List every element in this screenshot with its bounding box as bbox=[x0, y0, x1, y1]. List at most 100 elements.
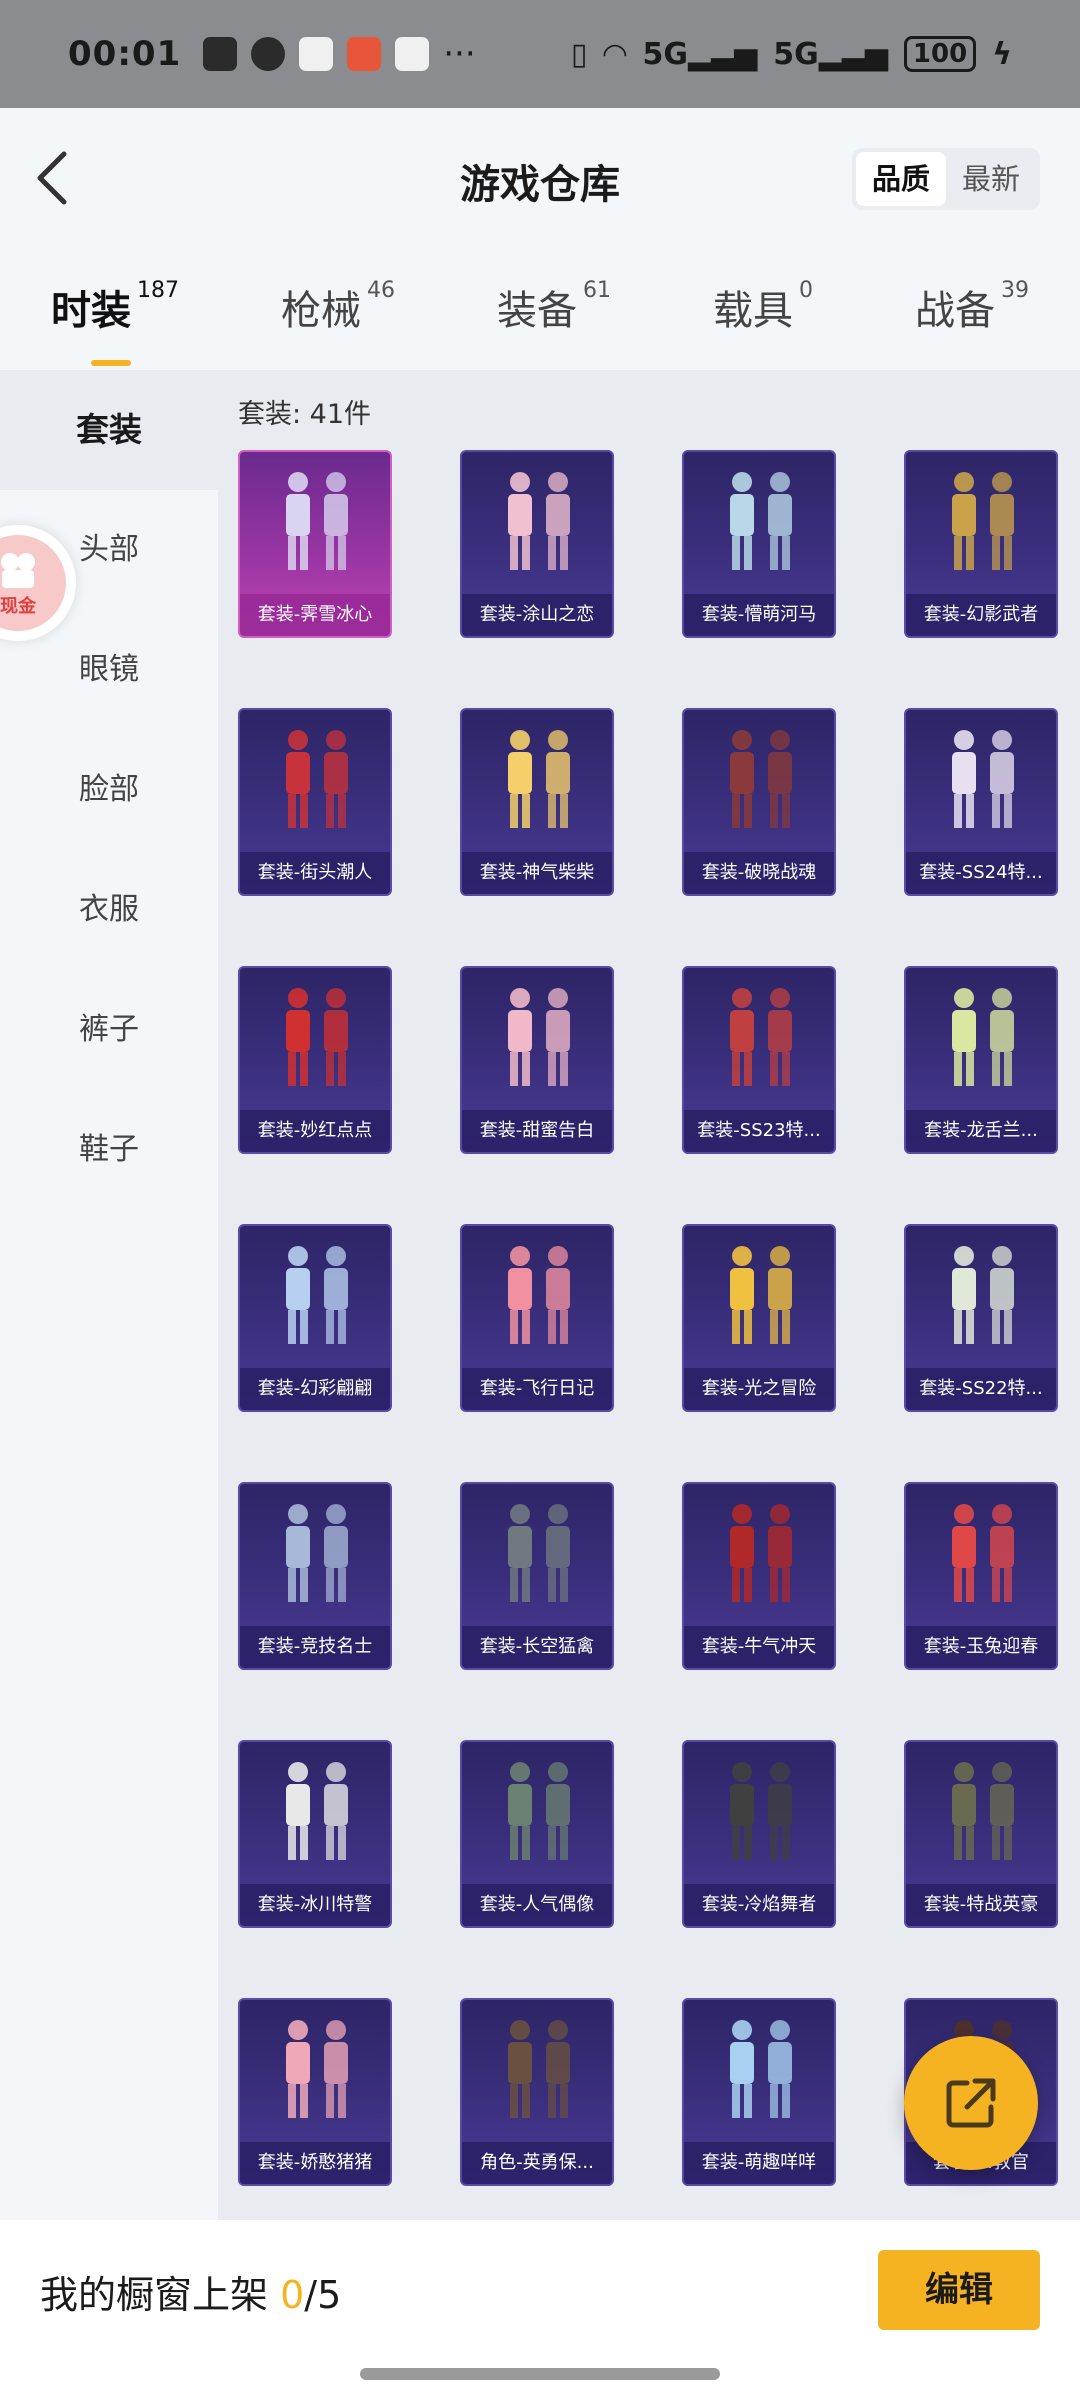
outfit-thumbnail bbox=[508, 988, 570, 1086]
outfit-name: 套装-冰川特警 bbox=[240, 1884, 390, 1926]
outfit-card[interactable]: 套装-玉兔迎春 bbox=[904, 1482, 1058, 1670]
message-notification-icon bbox=[251, 37, 286, 71]
outfit-name: 套装-甜蜜告白 bbox=[462, 1110, 612, 1152]
outfit-card[interactable]: 套装-破晓战魂 bbox=[682, 708, 836, 896]
outfit-name: 套装-街头潮人 bbox=[240, 852, 390, 894]
outfit-thumbnail bbox=[952, 730, 1014, 828]
signal-icon: 5G▂▃▅ bbox=[773, 36, 888, 72]
active-tab-indicator bbox=[91, 360, 131, 366]
app-notification-icon bbox=[347, 37, 382, 71]
outfit-card[interactable]: 套装-甜蜜告白 bbox=[460, 966, 614, 1154]
outfit-thumbnail bbox=[286, 988, 348, 1086]
outfit-card[interactable]: 套装-懵萌河马 bbox=[682, 450, 836, 638]
outfit-thumbnail bbox=[508, 730, 570, 828]
sidebar-item-clothes[interactable]: 衣服 bbox=[0, 850, 218, 970]
showcase-status: 我的橱窗上架 0/5 bbox=[40, 2273, 342, 2317]
outfit-card[interactable]: 角色-英勇保... bbox=[460, 1998, 614, 2186]
mail-notification-icon bbox=[203, 37, 238, 71]
app-notification-icon bbox=[299, 37, 334, 71]
sidebar-item-face[interactable]: 脸部 bbox=[0, 730, 218, 850]
outfit-card[interactable]: 套装-人气偶像 bbox=[460, 1740, 614, 1928]
sort-quality-option[interactable]: 品质 bbox=[855, 152, 946, 206]
outfit-thumbnail bbox=[952, 1246, 1014, 1344]
tab-supplies[interactable]: 战备 39 bbox=[915, 278, 1029, 336]
game-notification-icon bbox=[395, 37, 430, 71]
sidebar-item-pants[interactable]: 裤子 bbox=[0, 970, 218, 1090]
outfit-name: 套装-玉兔迎春 bbox=[906, 1626, 1056, 1668]
outfit-card[interactable]: 套装-街头潮人 bbox=[238, 708, 392, 896]
battery-icon: 100 bbox=[903, 36, 977, 72]
outfit-name: 套装-破晓战魂 bbox=[684, 852, 834, 894]
header: 游戏仓库 品质 最新 bbox=[0, 108, 1080, 248]
outfit-card[interactable]: 套装-妙红点点 bbox=[238, 966, 392, 1154]
outfit-name: 套装-竞技名士 bbox=[240, 1626, 390, 1668]
outfit-thumbnail bbox=[508, 1762, 570, 1860]
outfit-card[interactable]: 套装-长空猛禽 bbox=[460, 1482, 614, 1670]
sidebar: 套装 头部 眼镜 脸部 衣服 裤子 鞋子 现金 bbox=[0, 370, 218, 2220]
outfit-thumbnail bbox=[286, 472, 348, 570]
outfit-name: 套装-涂山之恋 bbox=[462, 594, 612, 636]
outfit-thumbnail bbox=[952, 1762, 1014, 1860]
outfit-thumbnail bbox=[730, 988, 792, 1086]
sort-newest-option[interactable]: 最新 bbox=[946, 152, 1036, 206]
item-grid: 套装-霁雪冰心 套装-涂山之恋 套装-懵萌河马 套装-幻影武者套装-街头潮人 套装-神气… bbox=[238, 450, 1058, 2186]
outfit-thumbnail bbox=[508, 1246, 570, 1344]
outfit-thumbnail bbox=[286, 730, 348, 828]
outfit-card[interactable]: 套装-幻彩翩翩 bbox=[238, 1224, 392, 1412]
showcase-current-count: 0 bbox=[280, 2273, 305, 2317]
outfit-thumbnail bbox=[952, 988, 1014, 1086]
outfit-card[interactable]: 套装-SS24特... bbox=[904, 708, 1058, 896]
outfit-name: 套装-萌趣咩咩 bbox=[684, 2142, 834, 2184]
outfit-card[interactable]: 套装-龙舌兰... bbox=[904, 966, 1058, 1154]
outfit-card[interactable]: 套装-神气柴柴 bbox=[460, 708, 614, 896]
charging-icon: ϟ bbox=[992, 36, 1012, 72]
outfit-thumbnail bbox=[508, 2020, 570, 2118]
tab-vehicles[interactable]: 载具 0 bbox=[713, 278, 813, 336]
outfit-card[interactable]: 套装-幻影武者 bbox=[904, 450, 1058, 638]
outfit-thumbnail bbox=[730, 1246, 792, 1344]
tab-equipment[interactable]: 装备 61 bbox=[497, 278, 611, 336]
outfit-name: 套装-龙舌兰... bbox=[906, 1110, 1056, 1152]
outfit-card[interactable]: 套装-霁雪冰心 bbox=[238, 450, 392, 638]
share-button[interactable] bbox=[904, 2036, 1038, 2170]
sidebar-item-suits[interactable]: 套装 bbox=[0, 370, 218, 490]
outfit-card[interactable]: 套装-冰川特警 bbox=[238, 1740, 392, 1928]
sidebar-item-shoes[interactable]: 鞋子 bbox=[0, 1090, 218, 1210]
outfit-thumbnail bbox=[730, 1762, 792, 1860]
category-tabs: 时装 187 枪械 46 装备 61 载具 0 战备 39 bbox=[0, 248, 1080, 370]
outfit-card[interactable]: 套装-光之冒险 bbox=[682, 1224, 836, 1412]
outfit-name: 套装-SS24特... bbox=[906, 852, 1056, 894]
edit-button[interactable]: 编辑 bbox=[878, 2250, 1040, 2330]
status-right: ▯ ◠ 5G▂▃▅ 5G▂▃▅ 100 ϟ bbox=[571, 36, 1012, 72]
outfit-name: 套装-SS23特... bbox=[684, 1110, 834, 1152]
video-app-icon bbox=[1, 553, 35, 588]
outfit-card[interactable]: 套装-SS23特... bbox=[682, 966, 836, 1154]
outfit-thumbnail bbox=[286, 1246, 348, 1344]
home-indicator[interactable] bbox=[360, 2368, 720, 2380]
outfit-name: 套装-神气柴柴 bbox=[462, 852, 612, 894]
cash-badge-label: 现金 bbox=[0, 596, 36, 617]
outfit-card[interactable]: 套装-涂山之恋 bbox=[460, 450, 614, 638]
sort-toggle: 品质 最新 bbox=[851, 148, 1040, 210]
tab-fashion[interactable]: 时装 187 bbox=[51, 278, 179, 366]
outfit-name: 套装-冷焰舞者 bbox=[684, 1884, 834, 1926]
outfit-card[interactable]: 套装-冷焰舞者 bbox=[682, 1740, 836, 1928]
outfit-name: 套装-长空猛禽 bbox=[462, 1626, 612, 1668]
share-external-icon bbox=[946, 2078, 996, 2128]
outfit-card[interactable]: 套装-竞技名士 bbox=[238, 1482, 392, 1670]
outfit-card[interactable]: 套装-牛气冲天 bbox=[682, 1482, 836, 1670]
outfit-name: 套装-特战英豪 bbox=[906, 1884, 1056, 1926]
outfit-card[interactable]: 套装-萌趣咩咩 bbox=[682, 1998, 836, 2186]
item-panel: 套装: 41件 套装-霁雪冰心 套装-涂山之恋 套装-懵萌河马 套装-幻影武者 套装-街… bbox=[218, 370, 1080, 2220]
outfit-card[interactable]: 套装-娇憨猪猪 bbox=[238, 1998, 392, 2186]
outfit-card[interactable]: 套装-飞行日记 bbox=[460, 1224, 614, 1412]
outfit-thumbnail bbox=[508, 1504, 570, 1602]
tab-guns[interactable]: 枪械 46 bbox=[281, 278, 395, 336]
outfit-name: 套装-光之冒险 bbox=[684, 1368, 834, 1410]
outfit-thumbnail bbox=[730, 2020, 792, 2118]
outfit-name: 套装-幻影武者 bbox=[906, 594, 1056, 636]
outfit-card[interactable]: 套装-SS22特... bbox=[904, 1224, 1058, 1412]
outfit-name: 套装-人气偶像 bbox=[462, 1884, 612, 1926]
wifi-icon: ◠ bbox=[603, 36, 627, 72]
outfit-card[interactable]: 套装-特战英豪 bbox=[904, 1740, 1058, 1928]
